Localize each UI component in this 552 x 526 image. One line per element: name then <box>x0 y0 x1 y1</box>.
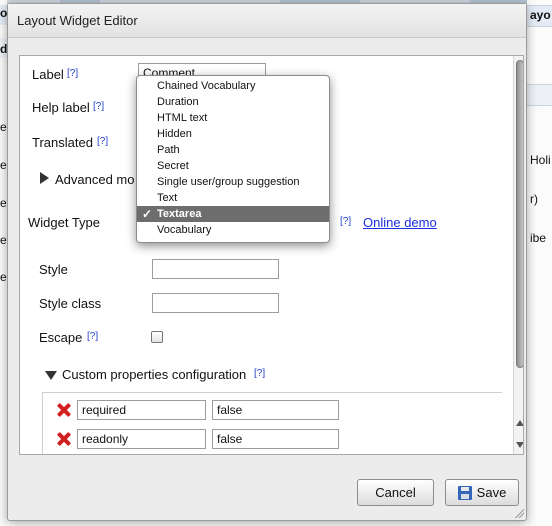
scroll-down-arrow-icon[interactable] <box>516 442 523 448</box>
online-demo-link[interactable]: Online demo <box>363 215 437 230</box>
scrollbar-thumb[interactable] <box>516 60 523 368</box>
custom-properties-border <box>42 392 502 393</box>
escape-checkbox[interactable] <box>151 331 163 343</box>
dropdown-option[interactable]: HTML text <box>137 110 329 126</box>
dropdown-option[interactable]: Text <box>137 190 329 206</box>
widget-type-label: Widget Type <box>28 215 101 230</box>
dropdown-option[interactable]: Duration <box>137 94 329 110</box>
dropdown-option[interactable]: Vocabulary <box>137 222 329 238</box>
delete-icon[interactable] <box>57 432 71 446</box>
checkmark-icon: ✓ <box>142 207 153 221</box>
background-right-text: r) <box>530 192 538 206</box>
advanced-mode-toggle[interactable]: Advanced mo <box>55 172 135 187</box>
cancel-button[interactable]: Cancel <box>357 479 434 506</box>
background-right-column <box>527 0 552 526</box>
floppy-disk-icon <box>457 485 472 500</box>
disclosure-triangle-icon[interactable] <box>40 172 49 184</box>
custom-properties-border <box>42 392 43 454</box>
delete-icon[interactable] <box>57 403 71 417</box>
dialog-titlebar[interactable]: Layout Widget Editor <box>8 4 526 38</box>
style-class-input[interactable] <box>152 293 279 313</box>
dropdown-option[interactable]: Path <box>137 142 329 158</box>
save-button[interactable]: Save <box>445 479 519 506</box>
widget-type-dropdown-menu[interactable]: Chained Vocabulary Duration HTML text Hi… <box>136 75 330 243</box>
dropdown-option[interactable]: Single user/group suggestion <box>137 174 329 190</box>
background-right-text: ayo <box>530 8 551 22</box>
resize-grip-icon[interactable] <box>514 508 524 518</box>
background-left-text: e <box>0 270 7 284</box>
disclosure-triangle-icon[interactable] <box>45 371 57 380</box>
escape-help-link[interactable]: [?] <box>87 331 98 342</box>
dropdown-option[interactable]: Chained Vocabulary <box>137 78 329 94</box>
form-vertical-scrollbar[interactable] <box>513 56 523 454</box>
background-left-column <box>0 0 7 526</box>
translated-field-label: Translated <box>32 135 93 150</box>
dropdown-option-label: Textarea <box>157 208 202 220</box>
escape-field-label: Escape <box>39 330 83 345</box>
widget-type-help-link[interactable]: [?] <box>340 216 351 227</box>
help-label-field-label: Help label <box>32 100 90 115</box>
background-left-text: e <box>0 233 7 247</box>
cancel-button-label: Cancel <box>375 485 416 500</box>
style-field-label: Style <box>39 262 68 277</box>
save-button-label: Save <box>476 485 507 500</box>
property-value-input[interactable] <box>212 400 339 420</box>
custom-properties-help-link[interactable]: [?] <box>254 368 265 379</box>
background-right-text: Holi <box>530 153 551 167</box>
background-left-text: e <box>0 196 7 210</box>
dropdown-option[interactable]: Secret <box>137 158 329 174</box>
label-field-label: Label <box>32 67 64 82</box>
property-key-input[interactable] <box>77 400 206 420</box>
label-help-link[interactable]: [?] <box>67 68 78 79</box>
background-right-text: ibe <box>530 231 547 245</box>
custom-properties-title[interactable]: Custom properties configuration <box>62 367 246 382</box>
dropdown-option-selected[interactable]: ✓ Textarea <box>137 206 329 222</box>
scroll-up-arrow-icon[interactable] <box>516 420 523 426</box>
translated-help-link[interactable]: [?] <box>97 136 108 147</box>
dialog-title: Layout Widget Editor <box>17 13 138 28</box>
property-value-input[interactable] <box>212 429 339 449</box>
property-key-input[interactable] <box>77 429 206 449</box>
background-left-text: e <box>0 158 7 172</box>
help-label-help-link[interactable]: [?] <box>93 101 104 112</box>
dropdown-option[interactable]: Hidden <box>137 126 329 142</box>
background-left-text: e <box>0 120 7 134</box>
background-row <box>527 84 552 106</box>
background-left-text: o <box>0 6 7 20</box>
style-class-field-label: Style class <box>39 296 102 311</box>
style-input[interactable] <box>152 259 279 279</box>
background-left-text: d <box>0 42 7 56</box>
